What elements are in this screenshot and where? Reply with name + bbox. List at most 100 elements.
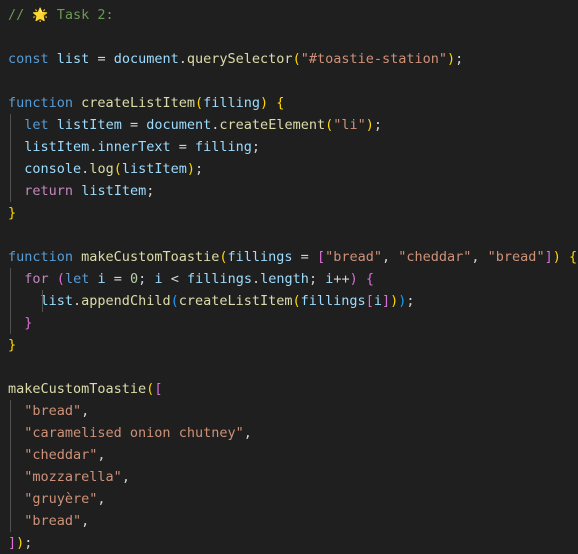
code-line[interactable] bbox=[8, 224, 578, 246]
code-token-b3: ( bbox=[170, 293, 179, 309]
code-line[interactable]: "gruyère", bbox=[8, 488, 578, 510]
code-token-fn: createListItem bbox=[178, 293, 293, 309]
code-token-fn: makeCustomToastie bbox=[81, 249, 220, 265]
indent-guide bbox=[10, 488, 11, 510]
code-token-fn: createListItem bbox=[81, 95, 195, 111]
code-token-cmt: Task 2: bbox=[48, 7, 114, 23]
code-token-b1: ) bbox=[552, 249, 561, 265]
code-line[interactable]: function makeCustomToastie(fillings = ["… bbox=[8, 246, 578, 268]
code-line[interactable]: "bread", bbox=[8, 510, 578, 532]
code-token-op: . bbox=[178, 51, 187, 67]
code-line[interactable]: console.log(listItem); bbox=[8, 158, 578, 180]
code-token-str: "bread" bbox=[487, 249, 545, 265]
code-token-var: list bbox=[56, 51, 90, 67]
code-token-str: "cheddar" bbox=[24, 447, 98, 463]
code-line[interactable]: "caramelised onion chutney", bbox=[8, 422, 578, 444]
code-line[interactable]: makeCustomToastie([ bbox=[8, 378, 578, 400]
code-token-var: listItem bbox=[56, 117, 122, 133]
indent-guide bbox=[10, 268, 11, 290]
code-token-b2: } bbox=[24, 315, 33, 331]
code-line[interactable]: } bbox=[8, 334, 578, 356]
code-token-op: , bbox=[97, 491, 106, 507]
code-token-cmt: // bbox=[8, 7, 33, 23]
code-line[interactable] bbox=[8, 70, 578, 92]
code-token-b1: ( bbox=[113, 161, 122, 177]
code-token-op: ; bbox=[308, 271, 326, 287]
code-token-fn: appendChild bbox=[81, 293, 171, 309]
code-token-b2: ( bbox=[56, 271, 65, 287]
code-token-kw: const bbox=[8, 51, 49, 67]
code-token-op: = bbox=[178, 139, 187, 155]
code-token-b2: ] bbox=[8, 535, 17, 551]
code-token-b2: ] bbox=[381, 293, 391, 309]
code-token-str: "bread" bbox=[325, 249, 382, 265]
code-token-kw: function bbox=[8, 249, 74, 265]
code-token-var: document bbox=[146, 117, 212, 133]
indent-guide bbox=[42, 290, 43, 312]
indent-guide bbox=[10, 114, 11, 136]
code-token-num: 0 bbox=[130, 271, 139, 287]
code-line[interactable]: function createListItem(filling) { bbox=[8, 92, 578, 114]
code-token-str: "bread" bbox=[24, 403, 82, 419]
code-token-op: . bbox=[73, 293, 82, 309]
code-token-str: "mozzarella" bbox=[24, 469, 122, 485]
code-line[interactable]: // 🌟 Task 2: bbox=[8, 4, 578, 26]
code-token-op: , bbox=[81, 403, 90, 419]
code-token-b2: ] bbox=[544, 249, 553, 265]
code-line[interactable]: listItem.innerText = filling; bbox=[8, 136, 578, 158]
code-token-b1: ) bbox=[365, 117, 374, 133]
code-token-op: = bbox=[300, 249, 309, 265]
code-line[interactable]: return listItem; bbox=[8, 180, 578, 202]
code-content[interactable]: // 🌟 Task 2: const list = document.query… bbox=[0, 4, 578, 554]
code-token-b1: ) bbox=[16, 535, 25, 551]
code-token-op: = bbox=[129, 117, 139, 133]
code-line[interactable]: list.appendChild(createListItem(fillings… bbox=[8, 290, 578, 312]
indent-guide bbox=[10, 400, 11, 422]
code-line[interactable]: for (let i = 0; i < fillings.length; i++… bbox=[8, 268, 578, 290]
code-line[interactable] bbox=[8, 356, 578, 378]
indent-guide bbox=[10, 136, 11, 158]
code-line[interactable]: "cheddar", bbox=[8, 444, 578, 466]
indent-guide bbox=[10, 180, 11, 202]
code-token-b1: ) bbox=[447, 51, 456, 67]
code-line[interactable]: ]); bbox=[8, 532, 578, 554]
indent-guide bbox=[10, 444, 11, 466]
code-line[interactable]: const list = document.querySelector("#to… bbox=[8, 48, 578, 70]
code-token-var: i bbox=[154, 271, 163, 287]
code-token-fn: querySelector bbox=[186, 51, 293, 67]
code-line[interactable]: } bbox=[8, 312, 578, 334]
code-token-var: i bbox=[97, 271, 106, 287]
code-editor[interactable]: // 🌟 Task 2: const list = document.query… bbox=[0, 0, 578, 551]
code-line[interactable]: let listItem = document.createElement("l… bbox=[8, 114, 578, 136]
code-token-b2: [ bbox=[154, 381, 163, 397]
code-token-var: fillings bbox=[227, 249, 293, 265]
code-line[interactable]: "mozzarella", bbox=[8, 466, 578, 488]
code-token-var: listItem bbox=[81, 183, 147, 199]
code-line[interactable]: "bread", bbox=[8, 400, 578, 422]
code-token-var: document bbox=[113, 51, 179, 67]
code-token-op: ; bbox=[138, 271, 155, 287]
indent-guide bbox=[10, 158, 11, 180]
code-token-b1: { bbox=[276, 95, 285, 111]
code-token-var: listItem bbox=[121, 161, 187, 177]
code-token-fn: log bbox=[89, 161, 114, 177]
code-line[interactable] bbox=[8, 26, 578, 48]
code-token-var: listItem bbox=[24, 139, 90, 155]
code-token-var: console bbox=[24, 161, 82, 177]
code-line[interactable]: } bbox=[8, 202, 578, 224]
code-token-b2: [ bbox=[316, 249, 326, 265]
code-token-b2: { bbox=[365, 271, 375, 287]
code-token-op: ; bbox=[24, 535, 33, 551]
